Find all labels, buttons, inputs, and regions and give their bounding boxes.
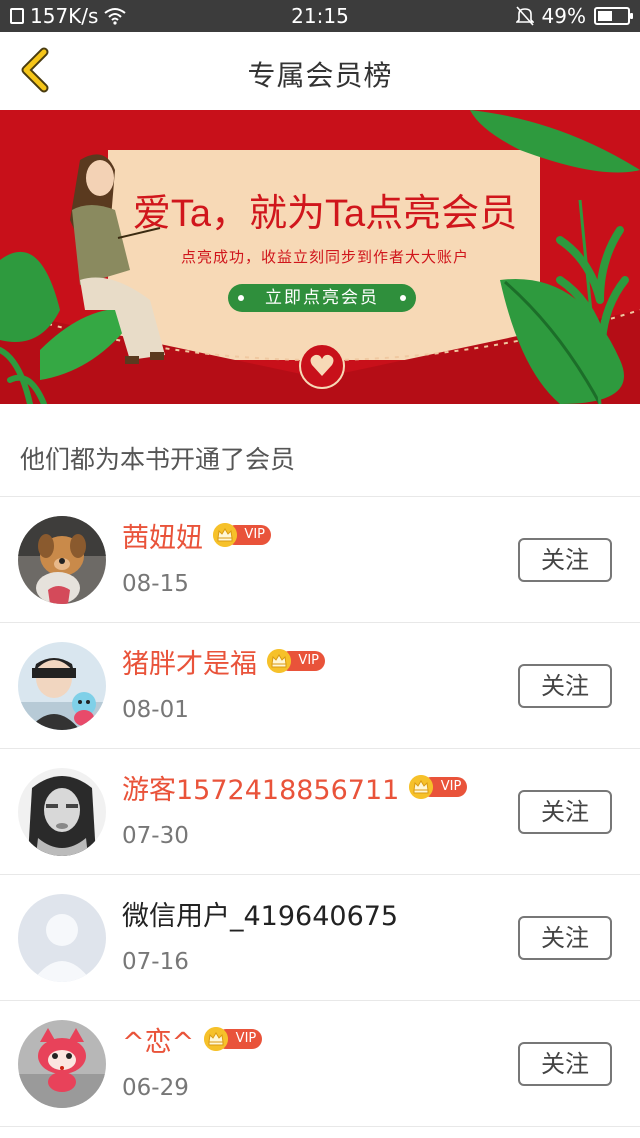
name-line: ^恋^ VIP	[122, 1025, 263, 1061]
follow-button[interactable]: 关注	[518, 538, 612, 582]
name-line: 微信用户_419640675	[122, 899, 398, 935]
avatar-default-user[interactable]	[18, 894, 106, 982]
follow-button[interactable]: 关注	[518, 790, 612, 834]
avatar-puppy-photo[interactable]	[18, 516, 106, 604]
promo-banner[interactable]: 爱Ta，就为Ta点亮会员 点亮成功，收益立刻同步到作者大大账户 立即点亮会员	[0, 110, 640, 404]
name-line: 茜妞妞 VIP	[122, 521, 271, 557]
name-line: 猪胖才是福 VIP	[122, 647, 325, 683]
battery-nub	[630, 13, 633, 19]
list-item[interactable]: 微信用户_419640675 07-16 关注	[0, 875, 640, 1001]
battery-percent: 49%	[541, 4, 586, 28]
cta-dot-right	[400, 295, 406, 301]
section-title: 他们都为本书开通了会员	[20, 445, 296, 474]
member-list: 茜妞妞 VIP 08-15 关注 猪胖才是福 VIP 08-01 关注 游客15…	[0, 497, 640, 1127]
battery-icon	[594, 7, 633, 25]
header: 专属会员榜	[0, 32, 640, 110]
list-item[interactable]: ^恋^ VIP 06-29 关注	[0, 1001, 640, 1127]
crown-icon	[267, 649, 291, 673]
banner-subline: 点亮成功，收益立刻同步到作者大大账户	[180, 248, 469, 266]
avatar-image	[18, 768, 106, 856]
avatar-girl-photo[interactable]	[18, 768, 106, 856]
page-title: 专属会员榜	[247, 59, 393, 92]
avatar-image	[18, 642, 106, 730]
open-date: 08-01	[122, 697, 189, 723]
vip-badge: VIP	[204, 1027, 263, 1051]
list-item[interactable]: 游客1572418856711 VIP 07-30 关注	[0, 749, 640, 875]
follow-button[interactable]: 关注	[518, 1042, 612, 1086]
bell-muted-icon	[515, 6, 534, 26]
open-date: 06-29	[122, 1075, 189, 1101]
vip-badge: VIP	[213, 523, 271, 547]
avatar-image	[18, 1020, 106, 1108]
member-name[interactable]: 茜妞妞	[122, 521, 203, 557]
open-date: 07-30	[122, 823, 189, 849]
member-name[interactable]: 猪胖才是福	[122, 647, 257, 683]
light-up-membership-button[interactable]: 立即点亮会员	[228, 284, 416, 312]
avatar-image	[18, 894, 106, 982]
list-item[interactable]: 猪胖才是福 VIP 08-01 关注	[0, 623, 640, 749]
name-line: 游客1572418856711 VIP	[122, 773, 468, 809]
member-name[interactable]: 微信用户_419640675	[122, 899, 398, 935]
vip-badge: VIP	[409, 775, 468, 799]
cta-label: 立即点亮会员	[265, 288, 379, 308]
follow-button[interactable]: 关注	[518, 664, 612, 708]
cta-dot-left	[238, 295, 244, 301]
open-date: 08-15	[122, 571, 189, 597]
follow-button[interactable]: 关注	[518, 916, 612, 960]
vip-badge: VIP	[267, 649, 325, 673]
banner-headline: 爱Ta，就为Ta点亮会员	[132, 193, 518, 235]
avatar-cartoon-fox[interactable]	[18, 1020, 106, 1108]
status-right: 49%	[515, 4, 633, 28]
avatar-boy-photo[interactable]	[18, 642, 106, 730]
open-date: 07-16	[122, 949, 189, 975]
avatar-image	[18, 516, 106, 604]
list-item[interactable]: 茜妞妞 VIP 08-15 关注	[0, 497, 640, 623]
status-bar: 157K/s 21:15 49%	[0, 0, 640, 32]
member-name[interactable]: 游客1572418856711	[122, 773, 399, 809]
battery-fill	[598, 11, 612, 21]
member-name[interactable]: ^恋^	[122, 1025, 194, 1061]
crown-icon	[213, 523, 237, 547]
